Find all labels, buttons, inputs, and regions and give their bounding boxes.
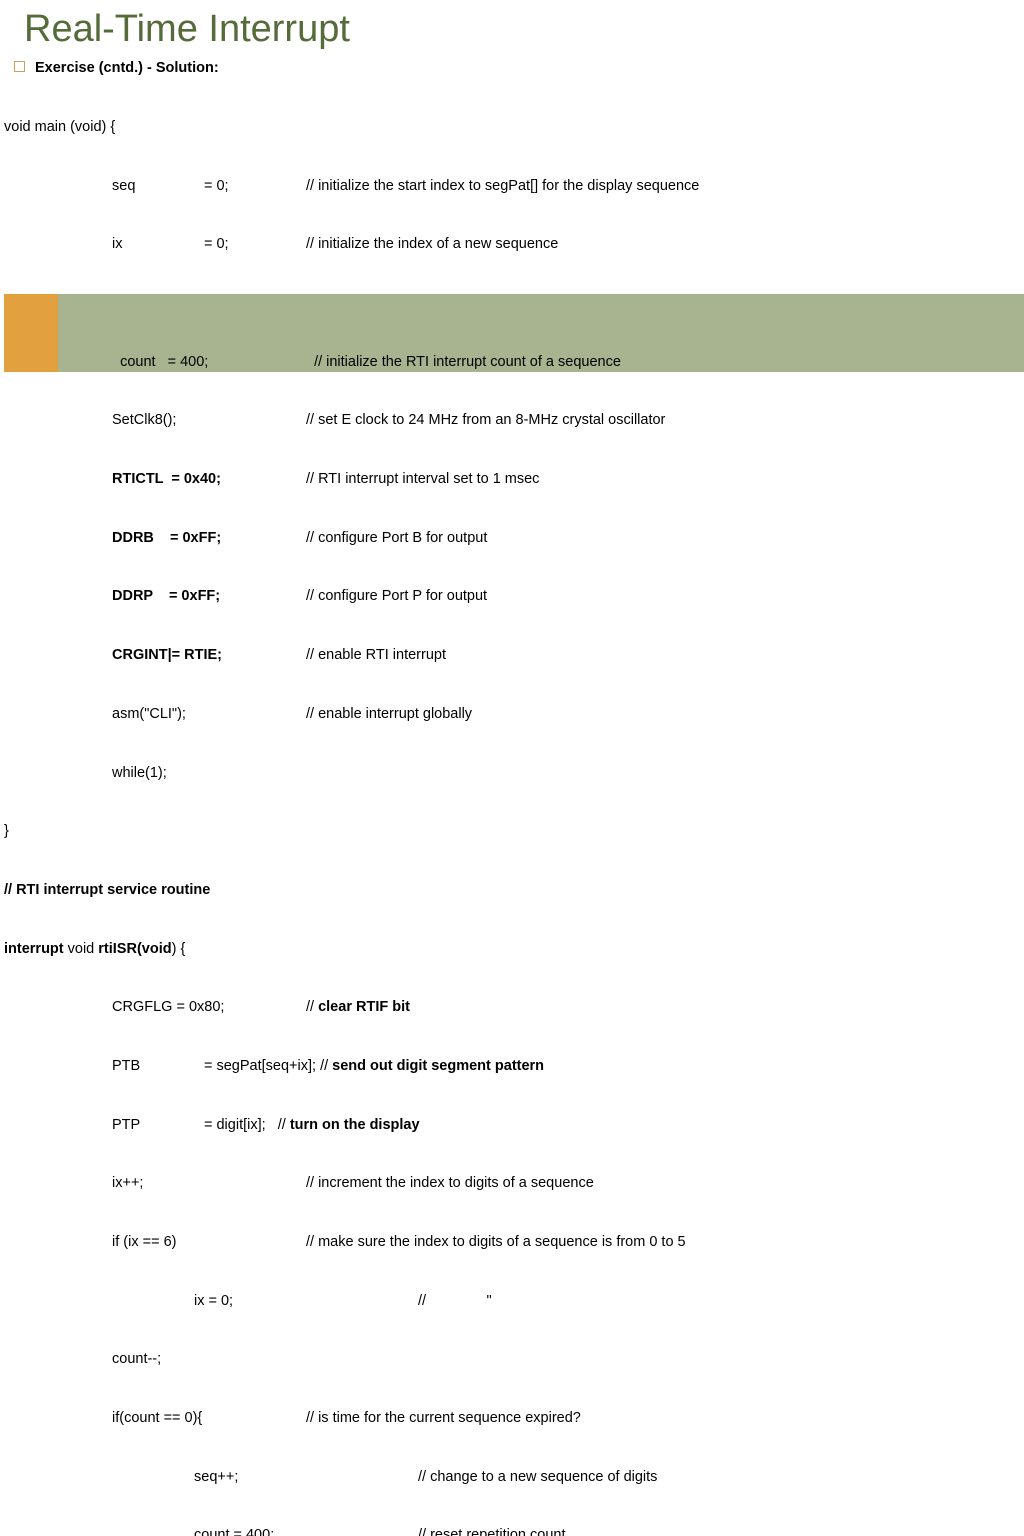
exercise-label: Exercise (cntd.) - Solution: xyxy=(35,59,219,79)
code-line: if(count == 0){// is time for the curren… xyxy=(4,1409,1024,1429)
code-line: ix = 0;// " xyxy=(4,1292,1024,1312)
code-line: // RTI interrupt service routine xyxy=(4,881,1024,901)
code-line: PTP= digit[ix]; // turn on the display xyxy=(4,1116,1024,1136)
code-line: count--; xyxy=(4,1350,1024,1370)
code-line: interrupt void rtiISR(void) { xyxy=(4,940,1024,960)
highlighted-line: count = 400;// initialize the RTI interr… xyxy=(4,294,1024,372)
code-line: } xyxy=(4,822,1024,842)
orange-marker xyxy=(4,294,58,372)
code-line: if (ix == 6)// make sure the index to di… xyxy=(4,1233,1024,1253)
code-line: seq++;// change to a new sequence of dig… xyxy=(4,1468,1024,1488)
code-line: asm("CLI");// enable interrupt globally xyxy=(4,705,1024,725)
code-line: PTB= segPat[seq+ix]; // send out digit s… xyxy=(4,1057,1024,1077)
code-block: void main (void) { seq= 0;// initialize … xyxy=(0,79,1024,1536)
code-line: CRGFLG = 0x80;// clear RTIF bit xyxy=(4,998,1024,1018)
bullet-outline-icon xyxy=(14,61,25,72)
code-line: CRGINT|= RTIE;// enable RTI interrupt xyxy=(4,646,1024,666)
code-line: count = 400;// reset repetition count xyxy=(4,1526,1024,1536)
exercise-bullet-row: Exercise (cntd.) - Solution: xyxy=(0,57,1024,79)
code-line: DDRP = 0xFF;// configure Port P for outp… xyxy=(4,587,1024,607)
code-line: ix= 0;// initialize the index of a new s… xyxy=(4,235,1024,255)
code-line: SetClk8();// set E clock to 24 MHz from … xyxy=(4,411,1024,431)
slide-title: Real-Time Interrupt xyxy=(0,0,1024,57)
code-line: while(1); xyxy=(4,764,1024,784)
code-line: seq= 0;// initialize the start index to … xyxy=(4,177,1024,197)
code-line: DDRB = 0xFF;// configure Port B for outp… xyxy=(4,529,1024,549)
code-line: RTICTL = 0x40;// RTI interrupt interval … xyxy=(4,470,1024,490)
code-line: void main (void) { xyxy=(4,118,1024,138)
code-line: ix++;// increment the index to digits of… xyxy=(4,1174,1024,1194)
